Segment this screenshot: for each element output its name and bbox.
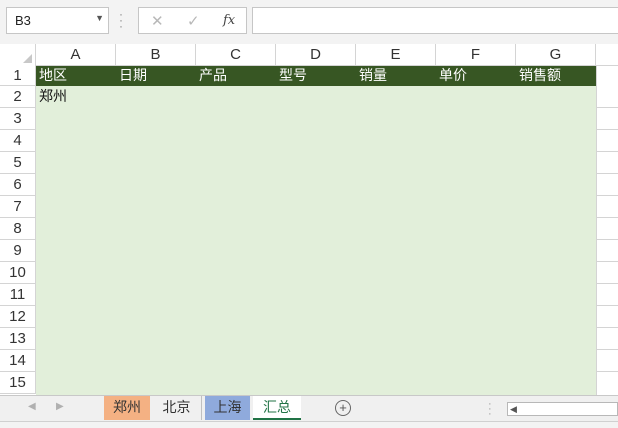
row-header-11[interactable]: 11 [0, 284, 36, 306]
row-header-1[interactable]: 1 [0, 66, 36, 86]
row-header-3[interactable]: 3 [0, 108, 36, 130]
formula-bar-area: B3 ▼ · · · ✕ ✓ fx [0, 0, 618, 44]
column-header-d[interactable]: D [276, 44, 356, 66]
add-sheet-icon[interactable]: + [335, 400, 351, 416]
row-header-6[interactable]: 6 [0, 174, 36, 196]
scroll-tabs-right-icon[interactable]: ▶ [56, 401, 64, 412]
column-header-b[interactable]: B [116, 44, 196, 66]
sheet-tab-summary[interactable]: 汇总 [253, 396, 301, 420]
gridline [596, 349, 618, 350]
row-header-14[interactable]: 14 [0, 350, 36, 372]
gridline [596, 239, 618, 240]
sheet-tab-beijing[interactable]: 北京 [152, 396, 202, 420]
gridline [596, 107, 618, 108]
cell-area[interactable]: 地区 日期 产品 型号 销量 单价 销售额 郑州 [36, 66, 596, 395]
scroll-left-icon[interactable]: ◀ [510, 404, 517, 415]
name-box[interactable]: B3 ▼ [6, 7, 109, 34]
row-header-4[interactable]: 4 [0, 130, 36, 152]
gridline [596, 66, 597, 395]
formula-buttons: ✕ ✓ fx [138, 7, 247, 34]
sheet-tab-shanghai[interactable]: 上海 [205, 396, 250, 420]
row-header-7[interactable]: 7 [0, 196, 36, 218]
status-bar [0, 421, 618, 428]
row-header-5[interactable]: 5 [0, 152, 36, 174]
gridline [596, 371, 618, 372]
cancel-icon[interactable]: ✕ [151, 12, 164, 30]
horizontal-scrollbar[interactable]: ◀ [507, 402, 618, 416]
column-header-c[interactable]: C [196, 44, 276, 66]
worksheet-grid: A B C D E F G 1 2 3 4 5 6 7 8 9 10 11 12… [0, 44, 618, 395]
column-header-f[interactable]: F [436, 44, 516, 66]
gridline [596, 261, 618, 262]
row-header-8[interactable]: 8 [0, 218, 36, 240]
gridline [596, 195, 618, 196]
row-header-10[interactable]: 10 [0, 262, 36, 284]
row-header-2[interactable]: 2 [0, 86, 36, 108]
sheet-tab-zhengzhou[interactable]: 郑州 [104, 396, 150, 420]
table-header-row: 地区 日期 产品 型号 销量 单价 销售额 [36, 66, 596, 86]
scroll-tabs-left-icon[interactable]: ◀ [28, 401, 36, 412]
header-cell-quantity[interactable]: 销量 [356, 66, 436, 86]
header-cell-price[interactable]: 单价 [436, 66, 516, 86]
column-header-e[interactable]: E [356, 44, 436, 66]
gridline [596, 151, 618, 152]
header-cell-sales[interactable]: 销售额 [516, 66, 596, 86]
row-header-15[interactable]: 15 [0, 372, 36, 394]
header-cell-product[interactable]: 产品 [196, 66, 276, 86]
enter-check-icon[interactable]: ✓ [187, 12, 200, 30]
formula-input[interactable] [252, 7, 618, 34]
gridline [596, 129, 618, 130]
header-cell-date[interactable]: 日期 [116, 66, 196, 86]
sheet-tab-bar: ◀ ▶ 郑州 北京 上海 汇总 + · · · ◀ [0, 395, 618, 421]
column-headers: A B C D E F G [0, 44, 618, 66]
select-all-corner[interactable] [0, 44, 36, 66]
column-header-g[interactable]: G [516, 44, 596, 66]
header-cell-region[interactable]: 地区 [36, 66, 116, 86]
column-header-a[interactable]: A [36, 44, 116, 66]
insert-function-icon[interactable]: fx [223, 13, 235, 28]
gridline [596, 283, 618, 284]
split-handle-icon[interactable]: · · · [488, 399, 492, 420]
gridline [596, 327, 618, 328]
gridline [596, 217, 618, 218]
grip-dots-icon[interactable]: · · · [119, 8, 123, 32]
row-header-12[interactable]: 12 [0, 306, 36, 328]
cell-a2[interactable]: 郑州 [36, 86, 116, 108]
gridline [596, 173, 618, 174]
row-header-13[interactable]: 13 [0, 328, 36, 350]
chevron-down-icon[interactable]: ▼ [95, 13, 104, 23]
row-header-9[interactable]: 9 [0, 240, 36, 262]
name-box-value: B3 [15, 13, 31, 28]
gridline [596, 305, 618, 306]
header-cell-model[interactable]: 型号 [276, 66, 356, 86]
